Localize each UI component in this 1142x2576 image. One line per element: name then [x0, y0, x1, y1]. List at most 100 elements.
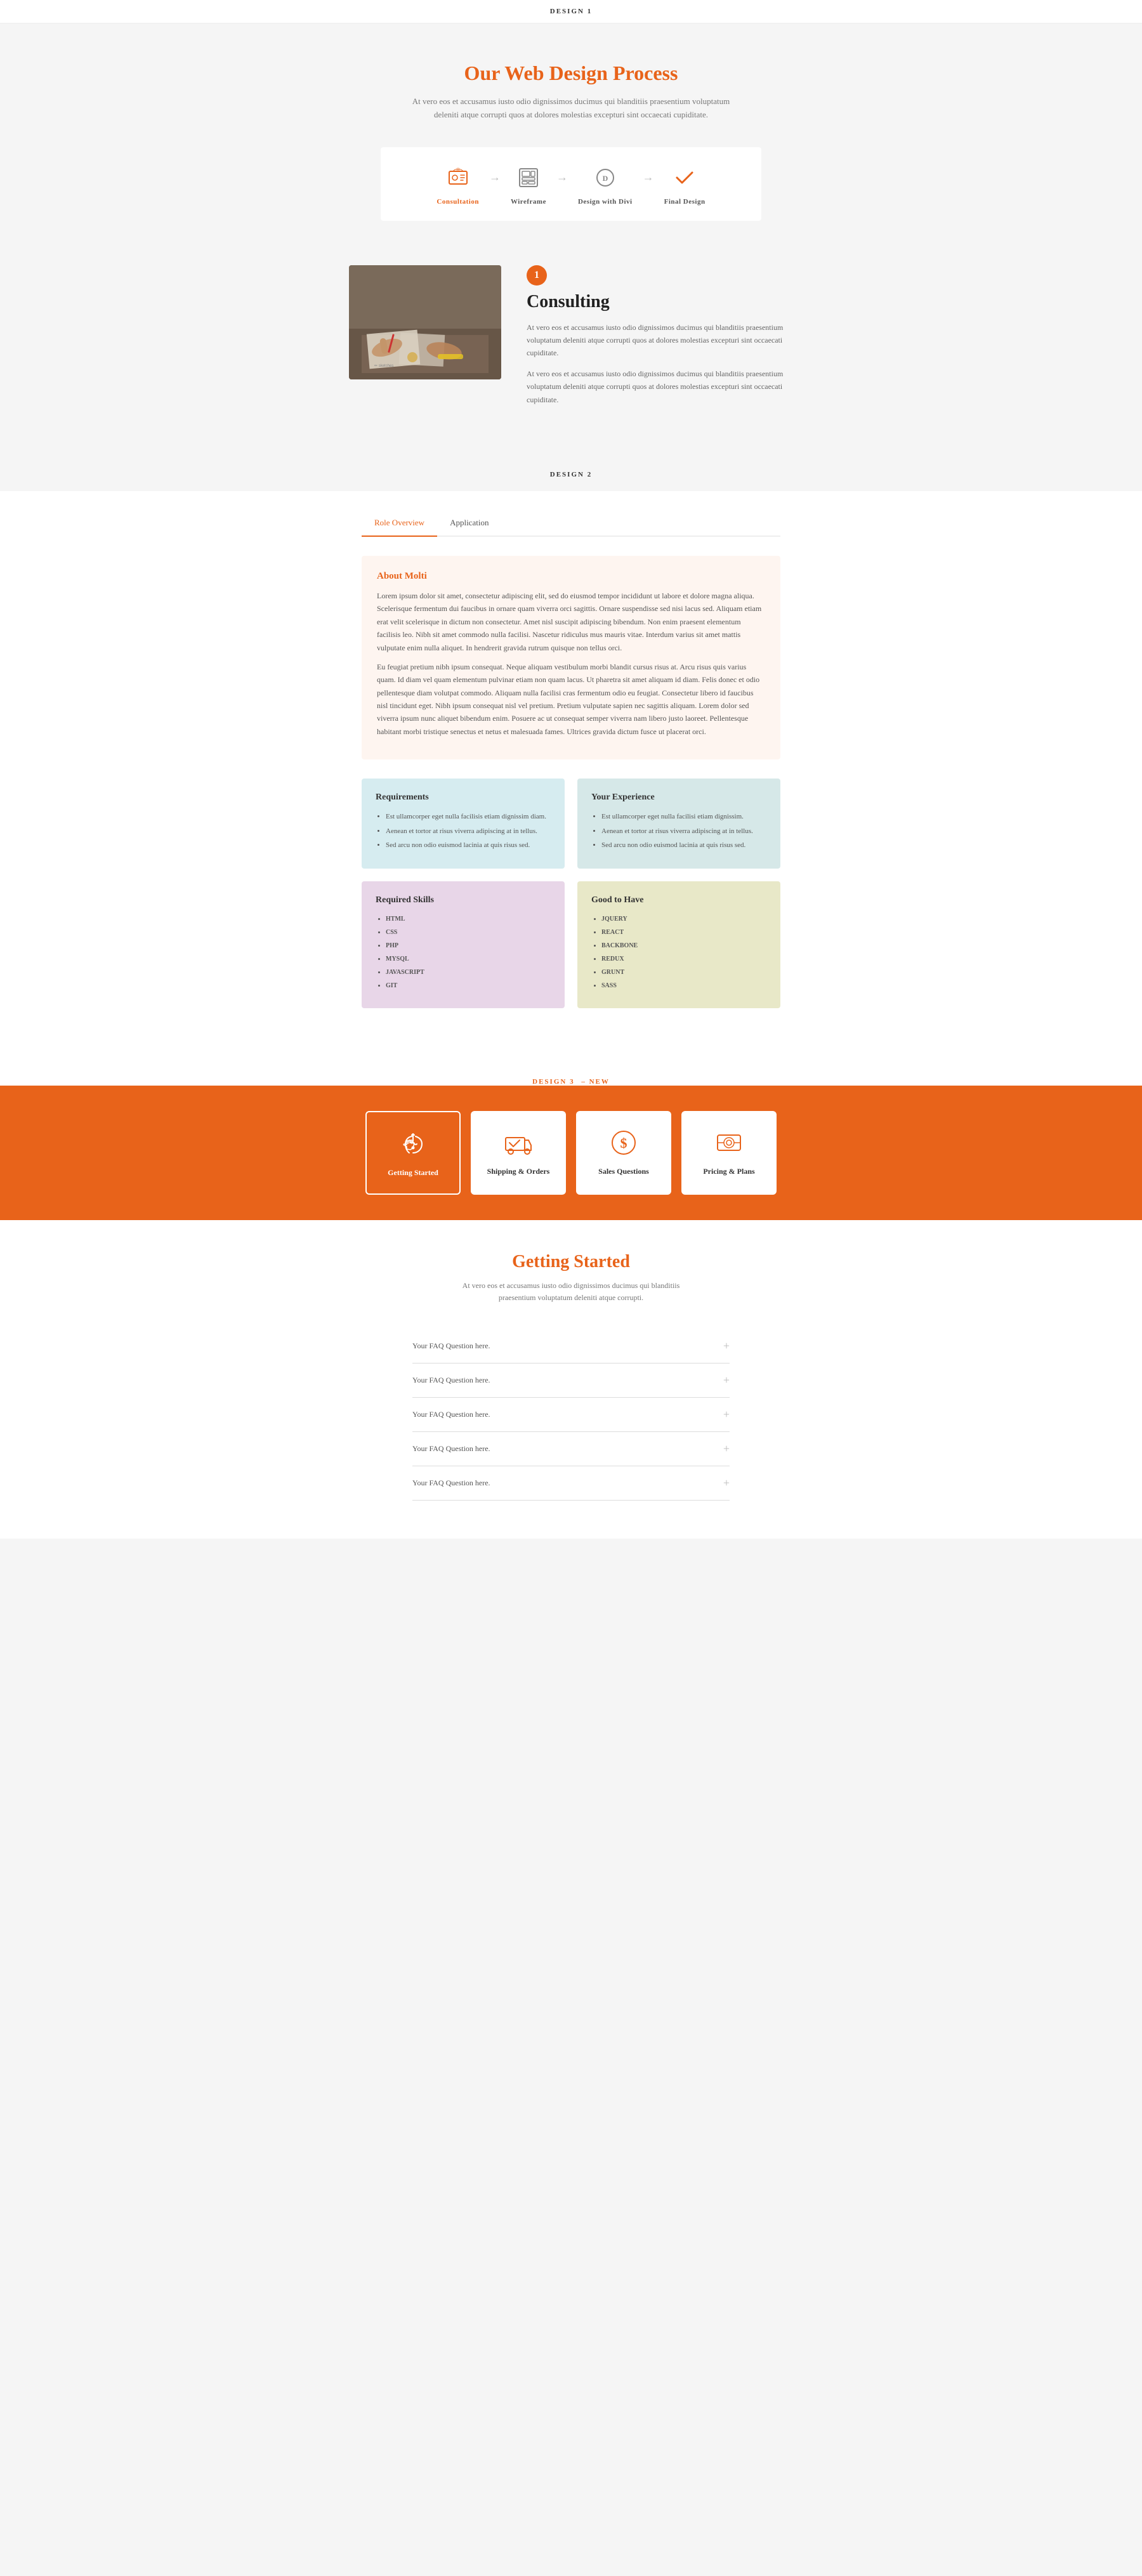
list-item: REDUX — [601, 954, 766, 964]
experience-title: Your Experience — [591, 792, 766, 803]
faq-plus-4: + — [723, 1442, 730, 1456]
faq-item-5[interactable]: Your FAQ Question here. + — [412, 1466, 730, 1501]
faq-item-3[interactable]: Your FAQ Question here. + — [412, 1398, 730, 1432]
card-pricing-plans[interactable]: Pricing & Plans — [681, 1111, 777, 1195]
cards-grid: Requirements Est ullamcorper eget nulla … — [349, 779, 793, 1008]
about-para1: Lorem ipsum dolor sit amet, consectetur … — [377, 589, 765, 654]
tabs-container: Role Overview Application About Molti Lo… — [349, 510, 793, 759]
faq-item-4[interactable]: Your FAQ Question here. + — [412, 1432, 730, 1466]
pricing-icon — [712, 1126, 745, 1159]
tab-application[interactable]: Application — [437, 510, 501, 537]
process-steps: Consultation → Wireframe → — [381, 147, 761, 221]
design2-header: DESIGN 2 — [0, 458, 1142, 491]
step-wireframe[interactable]: Wireframe — [511, 162, 546, 206]
faq-item-2[interactable]: Your FAQ Question here. + — [412, 1364, 730, 1398]
faq-title: Getting Started — [13, 1252, 1129, 1272]
good-to-have-title: Good to Have — [591, 895, 766, 905]
step-final-design[interactable]: Final Design — [664, 162, 706, 206]
getting-started-label: Getting Started — [388, 1168, 438, 1177]
good-to-have-list: JQUERY REACT BACKBONE REDUX GRUNT SASS — [591, 914, 766, 990]
consulting-heading: Consulting — [527, 292, 793, 312]
tab-list: Role Overview Application — [362, 510, 780, 537]
list-item: MYSQL — [386, 954, 551, 964]
pricing-plans-label: Pricing & Plans — [703, 1167, 754, 1176]
consultation-icon — [443, 162, 473, 193]
top-bar-label: DESIGN 1 — [550, 8, 592, 15]
wireframe-icon — [513, 162, 544, 193]
list-item: Est ullamcorper eget nulla facilisi etia… — [601, 812, 766, 822]
skills-title: Required Skills — [376, 895, 551, 905]
faq-question-2: Your FAQ Question here. — [412, 1376, 490, 1385]
card-required-skills: Required Skills HTML CSS PHP MYSQL JAVAS… — [362, 881, 565, 1008]
faq-question-3: Your FAQ Question here. — [412, 1410, 490, 1419]
consultation-label: Consultation — [436, 198, 479, 206]
support-cards-container: Getting Started Shipping & Orders $ — [349, 1111, 793, 1195]
svg-text:✏ sketches: ✏ sketches — [374, 364, 393, 368]
consulting-step-number: 1 — [527, 265, 547, 286]
list-item: Sed arcu non odio euismod lacinia at qui… — [386, 840, 551, 851]
arrow-1: → — [479, 171, 511, 184]
shipping-orders-label: Shipping & Orders — [487, 1167, 550, 1176]
card-your-experience: Your Experience Est ullamcorper eget nul… — [577, 779, 780, 869]
design1-section: Our Web Design Process At vero eos et ac… — [0, 23, 1142, 458]
getting-started-icon — [397, 1127, 430, 1160]
step-design-divi[interactable]: D Design with Divi — [578, 162, 633, 206]
arrow-2: → — [546, 171, 578, 184]
faq-question-4: Your FAQ Question here. — [412, 1444, 490, 1454]
consulting-section: ✏ sketches 1 Consulting At vero eos et a… — [349, 253, 793, 426]
faq-subtitle: At vero eos et accusamus iusto odio dign… — [444, 1280, 698, 1304]
faq-item-1[interactable]: Your FAQ Question here. + — [412, 1329, 730, 1364]
faq-plus-3: + — [723, 1408, 730, 1421]
list-item: Aenean et tortor at risus viverra adipis… — [601, 826, 766, 837]
svg-text:D: D — [602, 174, 608, 183]
card-shipping-orders[interactable]: Shipping & Orders — [471, 1111, 566, 1195]
final-design-label: Final Design — [664, 198, 706, 206]
list-item: HTML — [386, 914, 551, 924]
list-item: BACKBONE — [601, 941, 766, 950]
list-item: GIT — [386, 981, 551, 990]
list-item: GRUNT — [601, 968, 766, 977]
consulting-para1: At vero eos et accusamus iusto odio dign… — [527, 321, 793, 360]
card-getting-started[interactable]: Getting Started — [365, 1111, 461, 1195]
shipping-icon — [502, 1126, 535, 1159]
consulting-content: 1 Consulting At vero eos et accusamus iu… — [527, 265, 793, 414]
list-item: JAVASCRIPT — [386, 968, 551, 977]
faq-question-1: Your FAQ Question here. — [412, 1341, 490, 1351]
design3-label: DESIGN 3 – NEW — [0, 1059, 1142, 1086]
requirements-title: Requirements — [376, 792, 551, 803]
card-sales-questions[interactable]: $ Sales Questions — [576, 1111, 671, 1195]
final-design-icon — [669, 162, 700, 193]
about-title: About Molti — [377, 571, 765, 582]
faq-plus-1: + — [723, 1339, 730, 1353]
consulting-image-placeholder: ✏ sketches — [349, 265, 501, 379]
arrow-3: → — [633, 171, 664, 184]
experience-list: Est ullamcorper eget nulla facilisi etia… — [591, 812, 766, 851]
step-consultation[interactable]: Consultation — [436, 162, 479, 206]
design-divi-icon: D — [590, 162, 620, 193]
design-divi-label: Design with Divi — [578, 198, 633, 206]
design2-section: Role Overview Application About Molti Lo… — [0, 491, 1142, 1059]
list-item: CSS — [386, 928, 551, 937]
faq-plus-5: + — [723, 1476, 730, 1490]
svg-text:$: $ — [620, 1135, 627, 1151]
consulting-para2: At vero eos et accusamus iusto odio dign… — [527, 367, 793, 406]
list-item: PHP — [386, 941, 551, 950]
faq-plus-2: + — [723, 1374, 730, 1387]
list-item: SASS — [601, 981, 766, 990]
faq-question-5: Your FAQ Question here. — [412, 1478, 490, 1488]
faq-list: Your FAQ Question here. + Your FAQ Quest… — [412, 1329, 730, 1501]
skills-list: HTML CSS PHP MYSQL JAVASCRIPT GIT — [376, 914, 551, 990]
list-item: JQUERY — [601, 914, 766, 924]
support-section: Getting Started Shipping & Orders $ — [0, 1086, 1142, 1220]
tab-role-overview[interactable]: Role Overview — [362, 510, 437, 537]
sales-questions-label: Sales Questions — [598, 1167, 649, 1176]
requirements-list: Est ullamcorper eget nulla facilisis eti… — [376, 812, 551, 851]
about-para2: Eu feugiat pretium nibh ipsum consequat.… — [377, 660, 765, 738]
card-good-to-have: Good to Have JQUERY REACT BACKBONE REDUX… — [577, 881, 780, 1008]
design1-subtitle: At vero eos et accusamus iusto odio dign… — [406, 95, 736, 122]
consulting-image: ✏ sketches — [349, 265, 501, 379]
list-item: Est ullamcorper eget nulla facilisis eti… — [386, 812, 551, 822]
wireframe-label: Wireframe — [511, 198, 546, 206]
list-item: Aenean et tortor at risus viverra adipis… — [386, 826, 551, 837]
list-item: Sed arcu non odio euismod lacinia at qui… — [601, 840, 766, 851]
